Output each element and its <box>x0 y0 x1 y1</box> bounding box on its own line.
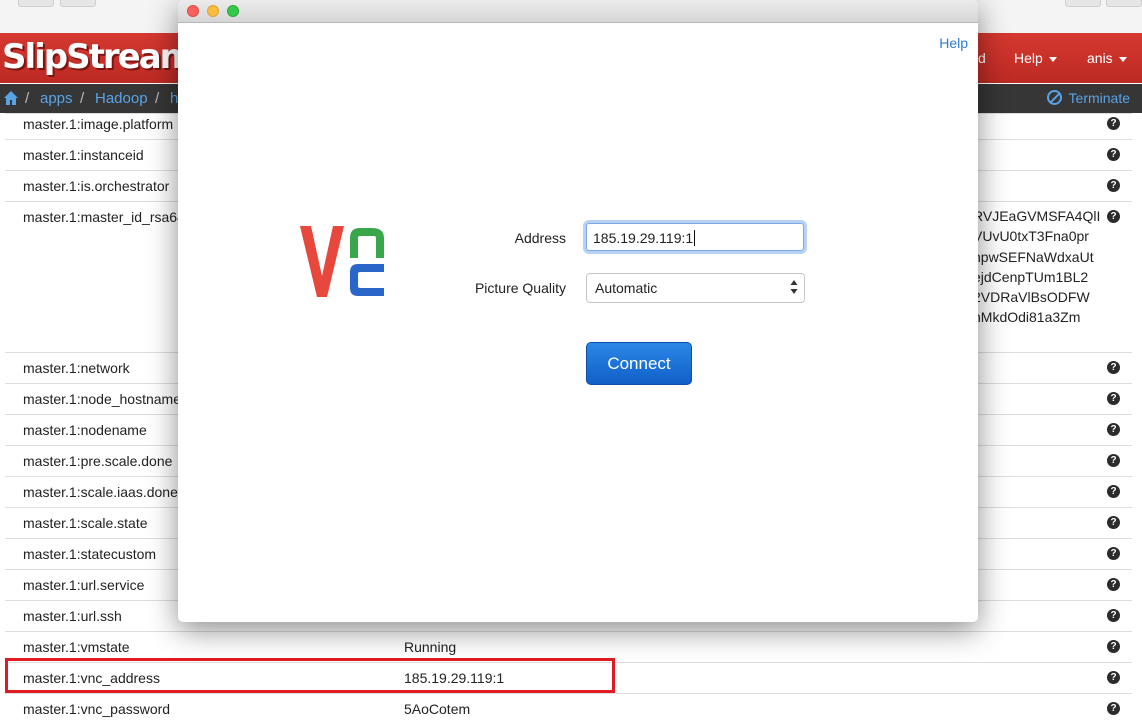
row-value: Running <box>404 639 457 655</box>
picture-quality-value: Automatic <box>595 280 658 296</box>
address-label: Address <box>514 230 566 246</box>
caret-down-icon <box>1118 56 1127 62</box>
row-key: master.1:scale.state <box>23 515 148 531</box>
vnc-help-link[interactable]: Help <box>939 35 968 51</box>
row-key: master.1:image.platform <box>23 116 174 132</box>
user-menu[interactable]: anis <box>1087 50 1127 66</box>
row-key: master.1:nodename <box>23 422 147 438</box>
rsa-line: npwSEFNaWdxaUt <box>973 248 1094 265</box>
row-key: master.1:vmstate <box>23 639 130 655</box>
row-key: master.1:network <box>23 360 130 376</box>
highlight-annotation <box>5 658 615 693</box>
question-circle-icon[interactable]: ? <box>1107 671 1120 684</box>
question-circle-icon[interactable]: ? <box>1107 148 1120 161</box>
picture-quality-label: Picture Quality <box>474 280 566 296</box>
rsa-line: hMkdOdi81a3Zm <box>973 309 1081 326</box>
rsa-key-value: RVJEaGVMSFA4QlI VUvU0txT3Fna0pr npwSEFNa… <box>973 206 1100 328</box>
row-key: master.1:vnc_password <box>23 701 171 717</box>
close-window-icon[interactable] <box>187 5 199 17</box>
question-circle-icon[interactable]: ? <box>1107 516 1120 529</box>
zoom-window-icon[interactable] <box>227 5 239 17</box>
question-circle-icon[interactable]: ? <box>1107 392 1120 405</box>
breadcrumb-apps[interactable]: apps <box>40 90 73 107</box>
question-circle-icon[interactable]: ? <box>1107 210 1120 223</box>
rsa-line: 2VDRaVlBsODFW <box>973 289 1090 306</box>
row-key: master.1:url.service <box>23 577 145 593</box>
terminate-label: Terminate <box>1068 90 1130 106</box>
connect-button[interactable]: Connect <box>586 342 692 385</box>
ban-icon <box>1046 90 1062 105</box>
toolbar-button[interactable] <box>1065 0 1101 7</box>
breadcrumb-separator: / <box>80 90 85 107</box>
select-arrows-icon <box>790 280 798 294</box>
question-circle-icon[interactable]: ? <box>1107 578 1120 591</box>
row-key: master.1:url.ssh <box>23 608 122 624</box>
question-circle-icon[interactable]: ? <box>1107 609 1120 622</box>
rsa-line: VUvU0txT3Fna0pr <box>973 228 1089 245</box>
rsa-line: ejdCenpTUm1BL2 <box>973 268 1089 285</box>
breadcrumb-separator: / <box>155 90 160 107</box>
user-menu-label: anis <box>1087 50 1113 66</box>
row-key: master.1:scale.iaas.done <box>23 484 178 500</box>
vnc-logo <box>300 226 384 297</box>
row-value: 5AoCotem <box>404 701 471 717</box>
address-input-value: 185.19.29.119:1 <box>593 230 694 246</box>
question-circle-icon[interactable]: ? <box>1107 640 1120 653</box>
question-circle-icon[interactable]: ? <box>1107 179 1120 192</box>
vnc-viewer-window: Help Address 185.19.29.119:1 Picture Qua… <box>178 0 978 622</box>
row-key: master.1:instanceid <box>23 147 144 163</box>
toolbar-button[interactable] <box>1106 0 1142 7</box>
question-circle-icon[interactable]: ? <box>1107 454 1120 467</box>
row-key: master.1:pre.scale.done <box>23 453 173 469</box>
text-cursor <box>694 230 696 246</box>
help-menu[interactable]: Help <box>1014 50 1057 66</box>
question-circle-icon[interactable]: ? <box>1107 361 1120 374</box>
breadcrumb-hadoop[interactable]: Hadoop <box>95 90 148 107</box>
slipstream-logo[interactable]: SlipStream. <box>2 37 206 77</box>
window-titlebar <box>178 0 978 23</box>
caret-down-icon <box>1048 56 1057 62</box>
question-circle-icon[interactable]: ? <box>1107 423 1120 436</box>
row-key: master.1:is.orchestrator <box>23 178 170 194</box>
picture-quality-select[interactable]: Automatic <box>586 273 805 303</box>
question-circle-icon[interactable]: ? <box>1107 547 1120 560</box>
question-circle-icon[interactable]: ? <box>1107 485 1120 498</box>
question-circle-icon[interactable]: ? <box>1107 702 1120 715</box>
row-key: master.1:statecustom <box>23 546 157 562</box>
nav-item-partial[interactable]: d <box>978 50 986 66</box>
help-menu-label: Help <box>1014 50 1043 66</box>
row-key: master.1:node_hostname <box>23 391 181 407</box>
minimize-window-icon[interactable] <box>207 5 219 17</box>
terminate-button[interactable]: Terminate <box>1046 90 1130 106</box>
table-row: master.1:vnc_password 5AoCotem ? <box>5 693 1132 728</box>
rsa-line: RVJEaGVMSFA4QlI <box>973 208 1101 224</box>
row-key: master.1:master_id_rsa64 <box>23 209 185 225</box>
breadcrumb-separator: / <box>25 90 30 107</box>
address-input[interactable]: 185.19.29.119:1 <box>586 223 804 251</box>
question-circle-icon[interactable]: ? <box>1107 117 1120 130</box>
toolbar-button[interactable] <box>18 0 54 7</box>
toolbar-button[interactable] <box>60 0 96 7</box>
home-icon[interactable] <box>3 90 19 106</box>
